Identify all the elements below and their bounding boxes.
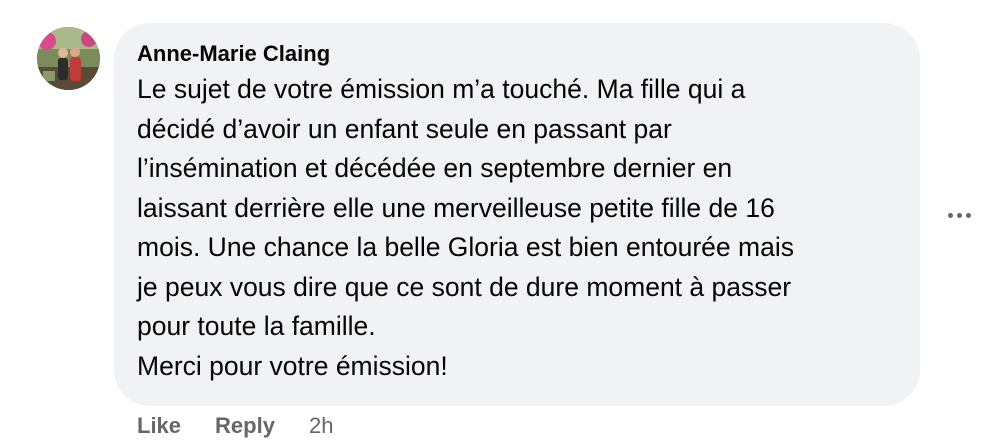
comment-body-line: Le sujet de votre émission m’a touché. M… xyxy=(137,74,746,104)
comment-body-line: laissant derrière elle une merveilleuse … xyxy=(137,192,775,223)
dot xyxy=(956,212,962,218)
comment-body-line: décidé d’avoir un enfant seule en passan… xyxy=(137,113,672,144)
comment-timestamp[interactable]: 2h xyxy=(309,411,333,441)
comment-body-line: mois. Une chance la belle Gloria est bie… xyxy=(137,232,794,262)
comment-body-line: Merci pour votre émission! xyxy=(137,350,448,381)
like-button[interactable]: Like xyxy=(137,411,181,441)
comment: Anne-Marie Claing Le sujet de votre émis… xyxy=(0,0,1000,444)
dot xyxy=(947,212,953,218)
avatar-photo xyxy=(37,27,100,90)
comment-actions: Like Reply 2h xyxy=(137,411,333,441)
avatar[interactable] xyxy=(37,27,100,90)
comment-bubble: Anne-Marie Claing Le sujet de votre émis… xyxy=(114,23,920,406)
more-options-button[interactable] xyxy=(942,204,976,226)
comment-author[interactable]: Anne-Marie Claing xyxy=(137,40,896,68)
comment-body-line: pour toute la famille. xyxy=(137,311,376,341)
more-horizontal-icon xyxy=(947,212,971,218)
reply-button[interactable]: Reply xyxy=(215,411,275,441)
comment-body-line: l’insémination et décédée en septembre d… xyxy=(137,153,733,183)
comment-body-line: je peux vous dire que ce sont de dure mo… xyxy=(137,271,792,302)
dot xyxy=(965,212,971,218)
comment-body: Le sujet de votre émission m’a touché. M… xyxy=(137,70,896,386)
